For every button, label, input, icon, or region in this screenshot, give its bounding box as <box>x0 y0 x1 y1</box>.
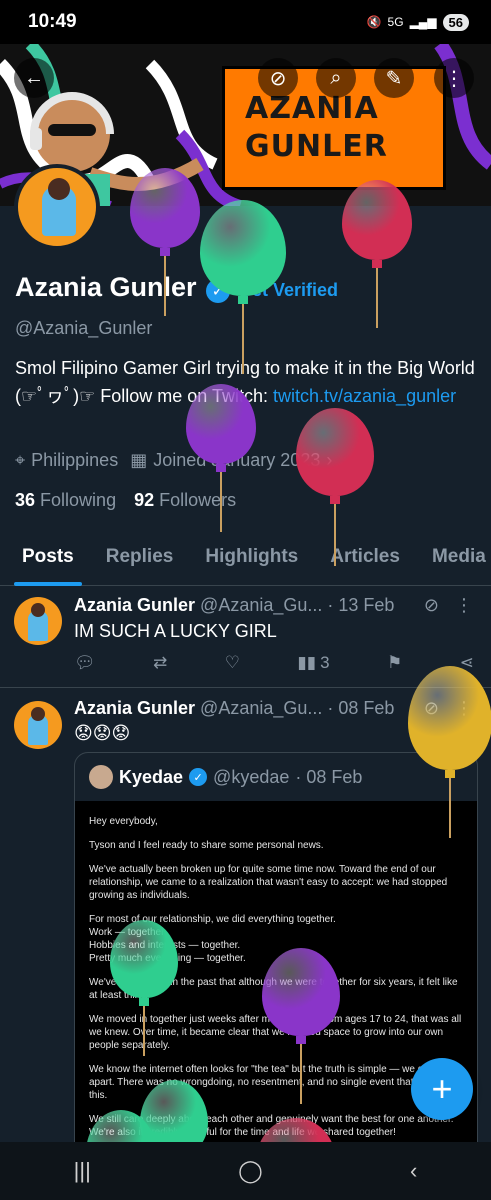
reply-icon[interactable]: 💬︎ <box>74 653 96 673</box>
post-author-name[interactable]: Azania Gunler <box>74 595 195 615</box>
back-icon[interactable]: ‹ <box>410 1158 417 1184</box>
post-date: · 08 Feb <box>327 698 395 718</box>
profile-avatar[interactable] <box>14 164 100 250</box>
views-count: 3 <box>320 653 330 672</box>
views-button[interactable]: ▮▮ 3 <box>297 653 329 673</box>
more-icon[interactable]: ⋮ <box>434 58 474 98</box>
post-date: · 13 Feb <box>327 595 395 615</box>
post-header: Azania Gunler @Azania_Gu... · 13 Feb <box>74 595 474 616</box>
status-bar: 10:49 🔇 5G ▂▄▆ 56 <box>0 0 491 44</box>
repost-icon[interactable]: ⇄ <box>153 653 167 673</box>
post-more-icon[interactable]: ⋮ <box>455 595 473 616</box>
quote-author-name: Kyedae <box>119 766 184 787</box>
balloon-decoration <box>110 920 178 1056</box>
verified-badge-icon: ✓ <box>189 768 208 786</box>
post-text: IM SUCH A LUCKY GIRL <box>74 621 277 641</box>
recent-apps-icon[interactable]: ||| <box>74 1158 91 1184</box>
edit-icon[interactable]: ✎ <box>374 58 414 98</box>
avatar-head <box>31 707 45 721</box>
plus-icon: + <box>431 1068 453 1109</box>
location-pin-icon: ⌖ <box>15 450 26 470</box>
location-text: Philippines <box>31 450 119 470</box>
post-handle: @Azania_Gu... <box>200 595 323 615</box>
balloon-decoration <box>342 180 412 328</box>
grok-icon[interactable]: ⊘ <box>258 58 298 98</box>
views-icon: ▮▮ <box>297 653 317 672</box>
profile-handle: @Azania_Gunler <box>15 318 153 338</box>
mute-icon: 🔇 <box>366 15 382 29</box>
following-label: Following <box>40 490 117 510</box>
signal-icon: ▂▄▆ <box>409 15 437 29</box>
quote-paragraph: We've actually been broken up for quite … <box>89 864 448 901</box>
battery-indicator: 56 <box>442 13 469 31</box>
balloon-decoration <box>186 384 256 532</box>
like-icon[interactable]: ♡ <box>225 653 240 673</box>
followers-count: 92 <box>134 490 155 510</box>
quote-date: · 08 Feb <box>295 766 363 787</box>
location: ⌖ Philippines <box>15 450 118 471</box>
bookmark-icon[interactable]: ⚑ <box>387 653 402 673</box>
balloon-decoration <box>130 168 200 316</box>
post-avatar[interactable] <box>14 701 62 749</box>
calendar-icon: ▦ <box>130 450 148 470</box>
bio-link[interactable]: twitch.tv/azania_gunler <box>273 386 456 406</box>
following-count: 36 <box>15 490 36 510</box>
compose-button[interactable]: + <box>411 1058 473 1120</box>
post-author-name[interactable]: Azania Gunler <box>74 698 195 718</box>
quote-header: Kyedae ✓ @kyedae · 08 Feb <box>89 765 362 789</box>
grok-icon[interactable]: ⊘ <box>424 595 439 616</box>
5g-icon: 5G <box>387 15 404 29</box>
banner-logo-line2: GUNLER <box>245 129 388 164</box>
search-icon[interactable]: ⌕ <box>316 58 356 98</box>
status-time: 10:49 <box>28 11 77 32</box>
back-arrow-icon[interactable]: ← <box>14 58 54 98</box>
profile-tabs: Posts Replies Highlights Articles Media <box>0 536 491 586</box>
tab-posts[interactable]: Posts <box>14 536 82 586</box>
balloon-decoration <box>408 666 491 838</box>
balloon-decoration <box>296 408 374 566</box>
balloon-decoration <box>262 948 340 1104</box>
following-link[interactable]: 36 Following <box>15 490 116 511</box>
quote-paragraph: Tyson and I feel ready to share some per… <box>89 840 324 851</box>
avatar-head <box>48 178 70 200</box>
home-icon[interactable]: ◯ <box>238 1158 263 1184</box>
post-handle: @Azania_Gu... <box>200 698 323 718</box>
post-text: 😟😟😟 <box>74 723 131 743</box>
status-icons: 🔇 5G ▂▄▆ 56 <box>366 13 469 31</box>
tab-highlights[interactable]: Highlights <box>205 536 298 586</box>
quote-avatar <box>89 765 113 789</box>
quote-handle: @kyedae <box>213 766 290 787</box>
android-nav-bar: ||| ◯ ‹ <box>0 1142 491 1200</box>
tab-media[interactable]: Media <box>432 536 486 586</box>
tab-replies[interactable]: Replies <box>106 536 174 586</box>
post-avatar[interactable] <box>14 597 62 645</box>
profile-meta: ⌖ Philippines ▦ Joined January 2023 › <box>15 450 332 471</box>
avatar-head <box>31 603 45 617</box>
balloon-decoration <box>200 200 286 374</box>
